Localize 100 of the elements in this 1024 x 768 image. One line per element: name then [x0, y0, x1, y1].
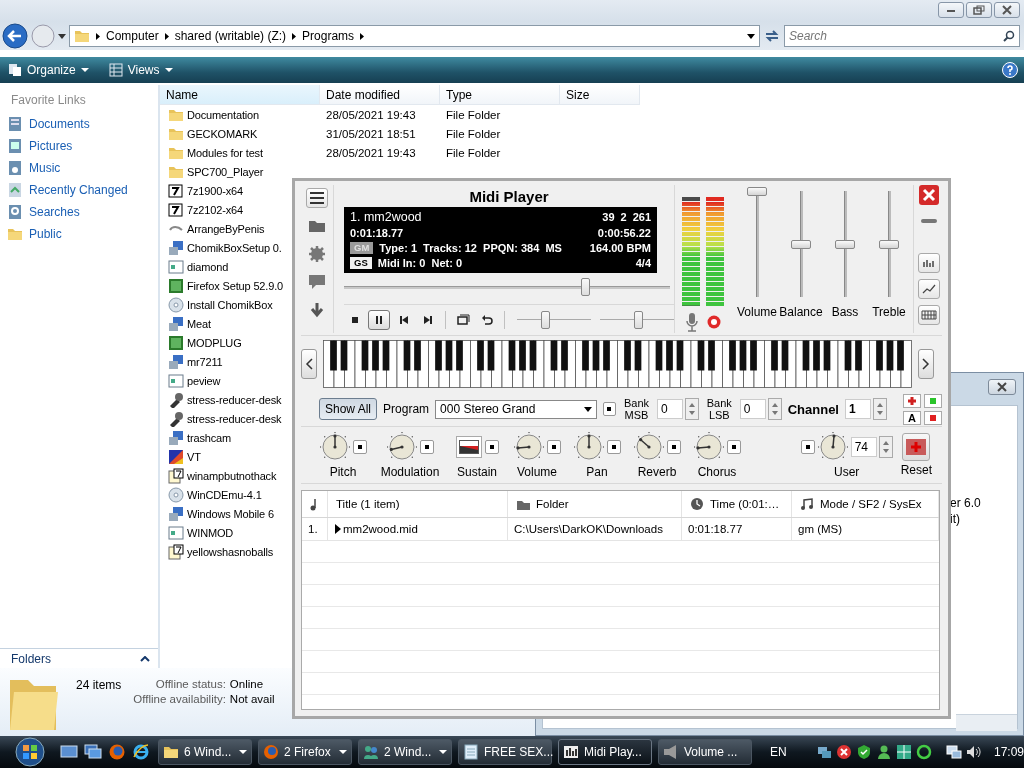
- file-name[interactable]: Documentation: [187, 108, 260, 121]
- taskbar-button[interactable]: 6 Wind...: [158, 739, 252, 765]
- show-all-button[interactable]: Show All: [319, 398, 378, 420]
- file-name[interactable]: ArrangeByPenis: [187, 222, 265, 235]
- file-name[interactable]: WINMOD: [187, 526, 234, 539]
- knob-label: Pan: [586, 465, 608, 479]
- taskbar-button[interactable]: 2 Firefox: [258, 739, 352, 765]
- dialog-text: er 6.0: [950, 496, 981, 510]
- time-signature: 4/4: [635, 257, 651, 270]
- player-title: Midi Player: [468, 187, 550, 207]
- file-name[interactable]: diamond: [187, 260, 229, 273]
- type-cell-text: File Folder: [445, 127, 502, 140]
- file-name[interactable]: SPC700_Player: [187, 165, 264, 178]
- file-info: Type: 1 Tracks: 12 PPQN: 384 MS: [379, 242, 562, 254]
- midi-info: Midi In: 0 Net: 0: [377, 257, 463, 270]
- file-name[interactable]: stress-reducer-desk: [187, 393, 282, 406]
- column-header[interactable]: Size: [560, 85, 640, 105]
- column-header[interactable]: Time (0:01:…: [710, 498, 780, 510]
- language-indicator[interactable]: EN: [770, 745, 810, 759]
- taskbar-button[interactable]: Volume ...: [658, 739, 752, 765]
- slider-label: Balance: [779, 305, 823, 319]
- clock[interactable]: 17:09: [994, 745, 1024, 759]
- favorite-link[interactable]: Music: [0, 157, 158, 179]
- favorite-link[interactable]: Searches: [0, 201, 158, 223]
- file-name[interactable]: Modules for test: [187, 146, 263, 159]
- taskbar-button[interactable]: 2 Wind...: [358, 739, 452, 765]
- file-name[interactable]: ChomikBoxSetup 0.: [187, 241, 282, 254]
- file-name[interactable]: stress-reducer-desk: [187, 412, 282, 425]
- type-cell-text: File Folder: [445, 146, 502, 159]
- knob-label: Sustain: [457, 465, 497, 479]
- column-header[interactable]: Type: [440, 85, 560, 105]
- breadcrumb[interactable]: shared (writable) (Z:): [174, 29, 287, 43]
- program-dropdown[interactable]: 000 Stereo Grand: [435, 399, 597, 419]
- letter-button[interactable]: A: [903, 410, 921, 425]
- field-label: Bank LSB: [705, 397, 733, 421]
- file-name[interactable]: trashcam: [187, 431, 232, 444]
- breadcrumb[interactable]: Computer: [106, 29, 159, 43]
- track-title: 1. mm2wood: [350, 210, 422, 224]
- track-name[interactable]: mm2wood.mid: [343, 523, 418, 535]
- taskbar-button[interactable]: FREE SEX...: [458, 739, 552, 765]
- counter-value: 261: [632, 211, 651, 223]
- knob-label: Pitch: [329, 465, 357, 479]
- favorite-link[interactable]: Recently Changed: [0, 179, 158, 201]
- field-label: Bank MSB: [623, 397, 651, 421]
- field-value: Not avail: [229, 693, 275, 705]
- file-name[interactable]: 7z1900-x64: [187, 184, 243, 197]
- column-header[interactable]: Mode / SF2 / SysEx: [820, 498, 922, 510]
- file-name[interactable]: GECKOMARK: [187, 127, 258, 140]
- track-time: 0:01:18.77: [682, 518, 792, 540]
- favorite-link[interactable]: Pictures: [0, 135, 158, 157]
- column-header[interactable]: Name: [160, 85, 320, 105]
- slider-label: Treble: [872, 305, 906, 319]
- file-name[interactable]: Firefox Setup 52.9.0: [187, 279, 284, 292]
- mode-badge: GS: [350, 257, 372, 270]
- knob-label: User: [833, 465, 860, 479]
- button-label: Reset: [900, 463, 932, 477]
- file-name[interactable]: WinCDEmu-4.1: [187, 488, 262, 501]
- track-mode: gm (MS): [792, 518, 939, 540]
- file-name[interactable]: VT: [187, 450, 201, 463]
- section-heading: Favorite Links: [10, 92, 87, 109]
- breadcrumb[interactable]: Programs: [302, 29, 355, 43]
- file-name[interactable]: yellowshasnoballs: [187, 545, 274, 558]
- number-field[interactable]: 0: [739, 399, 766, 419]
- folder-path: C:\Users\DarkOK\Downloads: [508, 518, 682, 540]
- file-name[interactable]: Meat: [187, 317, 211, 330]
- address-bar[interactable]: Computer shared (writable) (Z:) Programs: [69, 25, 760, 47]
- type-cell-text: File Folder: [445, 108, 502, 121]
- field-label: Channel: [787, 401, 839, 417]
- knob-label: Chorus: [697, 465, 737, 479]
- column-header[interactable]: Folder: [536, 498, 569, 510]
- search-field[interactable]: Search: [784, 25, 1020, 47]
- knob-label: Reverb: [637, 465, 677, 479]
- number-field[interactable]: 0: [656, 399, 683, 419]
- file-name[interactable]: 7z2102-x64: [187, 203, 243, 216]
- file-name[interactable]: winampbutnothack: [187, 469, 277, 482]
- favorite-link[interactable]: Documents: [0, 113, 158, 135]
- dialog-text: it): [950, 512, 960, 526]
- remaining-time: 0:00:56.22: [597, 226, 651, 239]
- organize-button[interactable]: Organize: [6, 63, 91, 77]
- counter-value: 39: [602, 211, 615, 223]
- tempo: 164.00 BPM: [589, 242, 651, 254]
- taskbar-button[interactable]: Midi Play...: [558, 739, 652, 765]
- file-name[interactable]: Install ChomikBox: [187, 298, 273, 311]
- field-value: Online: [229, 678, 265, 690]
- date-cell-text: 28/05/2021 19:43: [325, 146, 417, 159]
- column-header[interactable]: Date modified: [320, 85, 440, 105]
- file-name[interactable]: peview: [187, 374, 221, 387]
- slider-label: Volume: [737, 305, 777, 319]
- file-name[interactable]: MODPLUG: [187, 336, 242, 349]
- number-field[interactable]: 74: [850, 437, 877, 457]
- knob-label: Volume: [517, 465, 557, 479]
- column-header[interactable]: Title (1 item): [336, 498, 400, 510]
- number-field[interactable]: 1: [845, 399, 871, 419]
- slider-label: Bass: [831, 305, 859, 319]
- file-name[interactable]: mr7211: [187, 355, 223, 368]
- file-name[interactable]: Windows Mobile 6: [187, 507, 274, 520]
- favorite-link[interactable]: Public: [0, 223, 158, 245]
- date-cell-text: 28/05/2021 19:43: [325, 108, 417, 121]
- views-button[interactable]: Views: [106, 63, 175, 77]
- date-cell-text: 31/05/2021 18:51: [325, 127, 417, 140]
